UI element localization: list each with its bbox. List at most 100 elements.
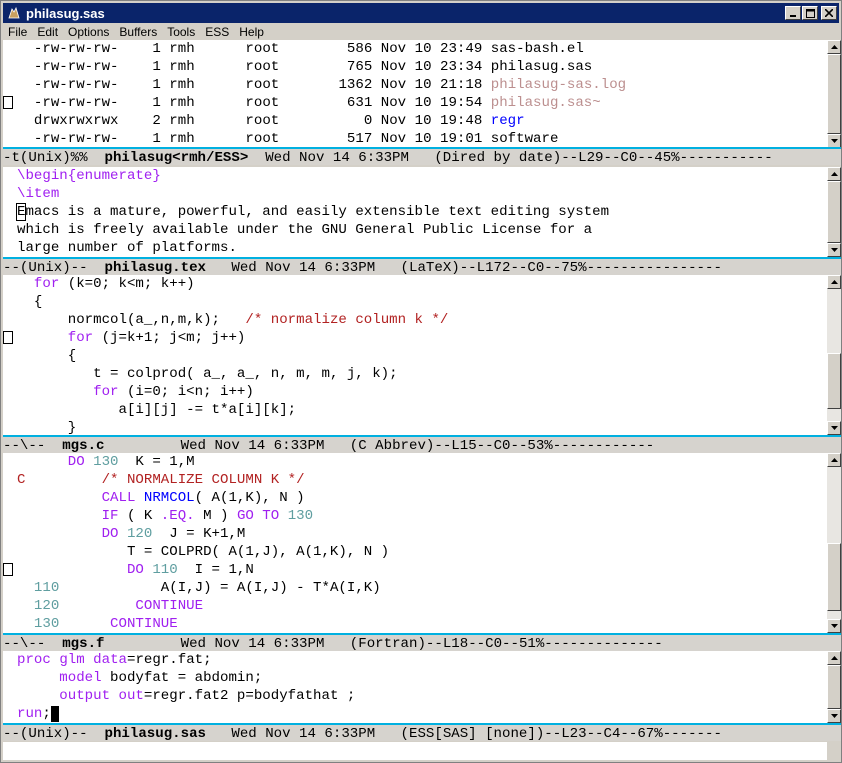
file-name: philasug.sas — [490, 59, 593, 75]
title-bar[interactable]: philasug.sas — [3, 3, 839, 23]
code-line: t = colprod( a_, a_, n, m, m, j, k); — [3, 365, 827, 383]
file-day: 10 — [414, 131, 432, 147]
dired-scrollbar[interactable] — [827, 40, 841, 148]
menu-help[interactable]: Help — [234, 25, 269, 39]
c-scrollbar[interactable] — [827, 275, 841, 435]
file-month: Nov — [380, 41, 407, 57]
menu-bar: File Edit Options Buffers Tools ESS Help — [3, 23, 839, 41]
menu-options[interactable]: Options — [63, 25, 114, 39]
code-line: } — [3, 419, 827, 435]
scroll-down-button[interactable] — [827, 421, 841, 435]
keyword: IF — [101, 508, 119, 524]
dired-pane[interactable]: -rw-rw-rw- 1 rmh root 586 Nov 10 23:49 s… — [3, 40, 827, 148]
file-day: 10 — [414, 113, 432, 129]
code-text: a[i][j] -= t*a[i][k]; — [118, 402, 297, 418]
code-line: DO 120 J = K+1,M — [3, 525, 827, 543]
code-line: for (i=0; i<n; i++) — [3, 383, 827, 401]
modeline-info: Wed Nov 14 6:33PM (Dired by date)--L29--… — [248, 150, 773, 166]
triangle-down-icon — [830, 714, 838, 718]
close-button[interactable] — [821, 6, 837, 20]
scroll-down-button[interactable] — [827, 243, 841, 257]
comment: /* NORMALIZE COLUMN K */ — [101, 472, 305, 488]
code-line: DO 110 I = 1,N — [3, 561, 827, 579]
file-links: 1 — [152, 131, 161, 147]
code-text: ( K — [118, 508, 161, 524]
code-text: J = K+1,M — [152, 526, 246, 542]
file-owner: rmh — [169, 59, 195, 75]
keyword: data — [93, 652, 127, 668]
modeline-info: Wed Nov 14 6:33PM (LaTeX)--L172--C0--75%… — [206, 260, 722, 276]
fortran-scrollbar[interactable] — [827, 453, 841, 633]
statement-label: 110 — [33, 580, 60, 596]
tex-text: which is freely available under the GNU … — [17, 222, 593, 238]
dired-row[interactable]: -rw-rw-rw- 1 rmh root 517 Nov 10 19:01 s… — [3, 130, 827, 148]
file-group: root — [245, 59, 280, 75]
file-name: philasug.sas~ — [490, 95, 601, 111]
emacs-window: philasug.sas File Edit Options Buffers T… — [0, 0, 842, 763]
file-month: Nov — [380, 131, 407, 147]
fortran-pane[interactable]: DO 130 K = 1,M C /* NORMALIZE COLUMN K *… — [3, 453, 827, 633]
file-permissions: -rw-rw-rw- — [33, 59, 119, 75]
menu-edit[interactable]: Edit — [32, 25, 63, 39]
scroll-thumb[interactable] — [827, 353, 841, 409]
file-day: 10 — [414, 41, 432, 57]
scroll-thumb[interactable] — [827, 665, 841, 709]
modeline-prefix: --(Unix)-- — [3, 726, 105, 742]
tex-command: \item — [17, 186, 60, 202]
file-group: root — [245, 41, 280, 57]
scroll-up-button[interactable] — [827, 275, 841, 289]
dired-row[interactable]: drwxrwxrwx 2 rmh root 0 Nov 10 19:48 reg… — [3, 112, 827, 130]
file-day: 10 — [414, 77, 432, 93]
minibuffer[interactable] — [3, 742, 827, 760]
scroll-up-button[interactable] — [827, 40, 841, 54]
menu-tools[interactable]: Tools — [162, 25, 200, 39]
dired-row[interactable]: -rw-rw-rw- 1 rmh root 1362 Nov 10 21:18 … — [3, 76, 827, 94]
file-permissions: drwxrwxrwx — [33, 113, 119, 129]
dired-modeline: -t(Unix)%% philasug<rmh/ESS> Wed Nov 14 … — [3, 147, 841, 166]
dired-row[interactable]: -rw-rw-rw- 1 rmh root 631 Nov 10 19:54 p… — [3, 94, 827, 112]
keyword: model — [59, 670, 102, 686]
code-text: t = colprod( a_, a_, n, m, m, j, k); — [93, 366, 398, 382]
dired-row[interactable]: -rw-rw-rw- 1 rmh root 586 Nov 10 23:49 s… — [3, 40, 827, 58]
maximize-button[interactable] — [802, 6, 818, 20]
text-cursor[interactable] — [50, 706, 59, 722]
window-title: philasug.sas — [26, 5, 105, 21]
scroll-down-button[interactable] — [827, 134, 841, 148]
menu-file[interactable]: File — [3, 25, 32, 39]
keyword: output — [59, 688, 111, 704]
scroll-up-button[interactable] — [827, 167, 841, 181]
code-text: A(I,J) = A(I,J) - T*A(I,K) — [160, 580, 381, 596]
menu-ess[interactable]: ESS — [200, 25, 234, 39]
dired-row[interactable]: -rw-rw-rw- 1 rmh root 765 Nov 10 23:34 p… — [3, 58, 827, 76]
keyword: out — [118, 688, 144, 704]
statement-label: 130 — [33, 616, 60, 632]
c-pane[interactable]: for (k=0; k<m; k++) { normcol(a_,n,m,k);… — [3, 275, 827, 435]
sas-pane[interactable]: proc glm data=regr.fat; model bodyfat = … — [3, 651, 827, 723]
file-day: 10 — [414, 95, 432, 111]
modeline-prefix: --\-- — [3, 636, 63, 652]
buffer-name: mgs.c — [62, 438, 105, 454]
scroll-thumb[interactable] — [827, 543, 841, 611]
menu-buffers[interactable]: Buffers — [114, 25, 162, 39]
scroll-thumb[interactable] — [827, 181, 841, 243]
scroll-down-button[interactable] — [827, 709, 841, 723]
sas-scrollbar[interactable] — [827, 651, 841, 723]
fringe-marker-icon — [3, 563, 13, 576]
minimize-button[interactable] — [785, 6, 801, 20]
code-line: IF ( K .EQ. M ) GO TO 130 — [3, 507, 827, 525]
code-text: { — [67, 348, 77, 364]
file-permissions: -rw-rw-rw- — [33, 131, 119, 147]
code-line: { — [3, 347, 827, 365]
scroll-thumb[interactable] — [827, 54, 841, 134]
keyword: GO TO — [236, 508, 280, 524]
scroll-up-button[interactable] — [827, 453, 841, 467]
triangle-down-icon — [830, 139, 838, 143]
tex-scrollbar[interactable] — [827, 167, 841, 257]
code-line: 130 CONTINUE — [3, 615, 827, 633]
tex-text: Emacs is a mature, powerful, and easily … — [15, 203, 610, 221]
tex-pane[interactable]: \begin{enumerate} \item Emacs is a matur… — [3, 167, 827, 257]
file-name: sas-bash.el — [490, 41, 584, 57]
scroll-down-button[interactable] — [827, 619, 841, 633]
scroll-up-button[interactable] — [827, 651, 841, 665]
code-line: large number of platforms. — [3, 239, 827, 257]
